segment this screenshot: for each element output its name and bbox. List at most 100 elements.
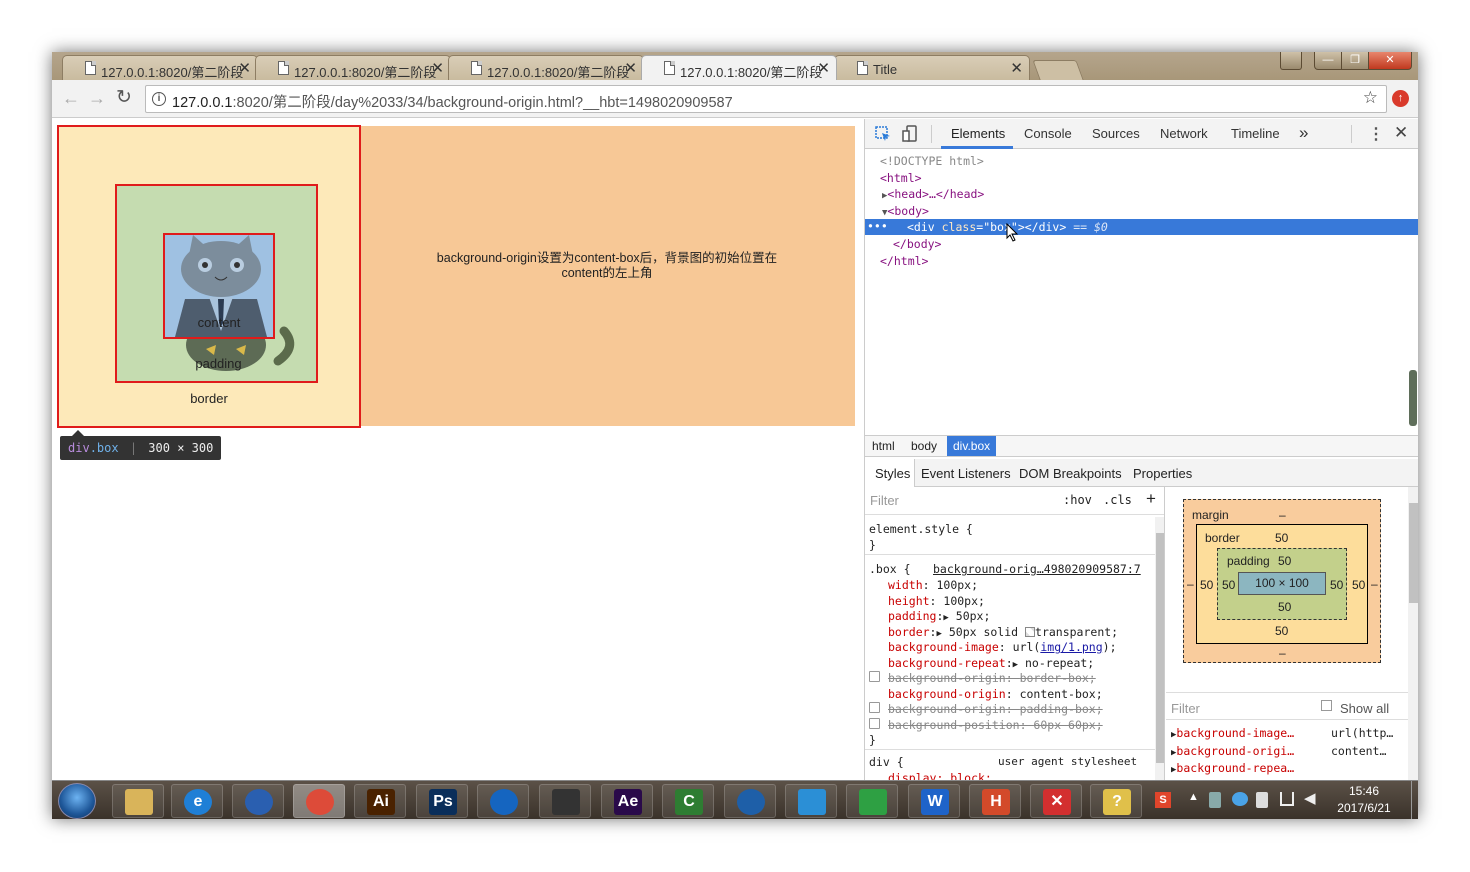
add-rule-icon[interactable]: +: [1146, 489, 1156, 509]
taskbar-app-app-blue[interactable]: [477, 784, 529, 818]
tab-timeline[interactable]: Timeline: [1231, 126, 1280, 141]
div-rule-selector[interactable]: div {: [869, 755, 904, 769]
address-bar[interactable]: i 127.0.0.1:8020/第二阶段/day%2033/34/backgr…: [145, 85, 1387, 113]
element-style-rule[interactable]: element.style {: [869, 522, 973, 536]
browser-tab-active[interactable]: 127.0.0.1:8020/第二阶段 ✕: [641, 55, 837, 80]
dom-html[interactable]: <html>: [880, 171, 922, 185]
browser-tab[interactable]: 127.0.0.1:8020/第二阶段 ✕: [448, 55, 644, 80]
subtab-event-listeners[interactable]: Event Listeners: [921, 466, 1011, 481]
extension-icon[interactable]: ↑: [1392, 90, 1409, 107]
decl-width[interactable]: width: 100px;: [888, 578, 978, 592]
styles-filter-input[interactable]: Filter: [870, 493, 899, 508]
box-rule-selector[interactable]: .box {: [869, 562, 911, 576]
decl-border[interactable]: border:▶ 50px solid transparent;: [888, 625, 1118, 639]
taskbar-app-hbuilder[interactable]: H: [969, 784, 1021, 818]
inspect-icon[interactable]: [875, 126, 891, 142]
taskbar-app-app-dark[interactable]: [539, 784, 591, 818]
decl-background-image[interactable]: background-image: url(img/1.png);: [888, 640, 1117, 654]
dom-head-row[interactable]: ▶<head>…</head>: [882, 187, 984, 201]
tab-close-icon[interactable]: ✕: [1010, 59, 1023, 77]
dom-html-close[interactable]: </html>: [880, 254, 928, 268]
breadcrumb-body[interactable]: body: [911, 439, 937, 453]
taskbar-app-wps[interactable]: W: [908, 784, 960, 818]
tab-close-icon[interactable]: ✕: [431, 59, 444, 77]
more-tabs-icon[interactable]: »: [1299, 123, 1308, 143]
taskbar-app-after-effects[interactable]: Ae: [601, 784, 653, 818]
tray-icon[interactable]: [1209, 792, 1221, 808]
new-tab-button[interactable]: [1032, 60, 1084, 80]
decl-padding[interactable]: padding:▶ 50px;: [888, 609, 990, 623]
kebab-menu-icon[interactable]: ⋮: [1368, 124, 1384, 144]
decl-background-origin-content[interactable]: background-origin: content-box;: [888, 687, 1103, 701]
restore-button[interactable]: ❐: [1341, 52, 1369, 70]
taskbar-app-photoshop[interactable]: Ps: [416, 784, 468, 818]
show-all-checkbox[interactable]: [1321, 700, 1332, 711]
content-size[interactable]: 100 × 100: [1238, 572, 1326, 595]
padding-left-value[interactable]: 50: [1222, 578, 1235, 592]
styles-scrollbar[interactable]: [1155, 517, 1164, 780]
dom-body-row[interactable]: ▼<body>: [882, 204, 929, 218]
tray-icon[interactable]: [1232, 792, 1248, 806]
padding-top-value[interactable]: 50: [1278, 554, 1291, 568]
decl-background-repeat[interactable]: background-repeat:▶ no-repeat;: [888, 656, 1094, 670]
margin-right-value[interactable]: –: [1371, 577, 1378, 591]
volume-icon[interactable]: ◀: [1304, 789, 1316, 807]
taskbar-app-illustrator[interactable]: Ai: [354, 784, 406, 818]
back-icon[interactable]: ←: [62, 88, 80, 109]
box-rule-source-link[interactable]: background-orig…498020909587:7: [933, 562, 1141, 576]
tab-close-icon[interactable]: ✕: [624, 59, 637, 77]
taskbar-app-explorer[interactable]: [112, 784, 164, 818]
subtab-dom-breakpoints[interactable]: DOM Breakpoints: [1019, 466, 1122, 481]
decl-checkbox[interactable]: [869, 671, 880, 682]
subtab-properties[interactable]: Properties: [1133, 466, 1192, 481]
breadcrumb-div-box[interactable]: div.box: [947, 436, 997, 456]
computed-row[interactable]: ▶background-repea…: [1171, 761, 1294, 775]
dom-scrollbar[interactable]: [1409, 370, 1417, 426]
taskbar-app-ie[interactable]: e: [171, 784, 223, 818]
profile-icon[interactable]: [1280, 52, 1302, 70]
dom-body-close[interactable]: </body>: [893, 237, 941, 251]
taskbar-app-xmind[interactable]: ✕: [1030, 784, 1082, 818]
reload-icon[interactable]: ↻: [116, 86, 132, 109]
padding-right-value[interactable]: 50: [1330, 578, 1343, 592]
tab-network[interactable]: Network: [1160, 126, 1208, 141]
tab-elements[interactable]: Elements: [951, 126, 1005, 141]
close-window-button[interactable]: ✕: [1368, 52, 1412, 70]
padding-bottom-value[interactable]: 50: [1278, 600, 1291, 614]
decl-background-position[interactable]: background-position: 60px 60px;: [888, 718, 1103, 732]
margin-left-value[interactable]: –: [1187, 577, 1194, 591]
tab-console[interactable]: Console: [1024, 126, 1072, 141]
cls-toggle[interactable]: .cls: [1103, 493, 1132, 507]
taskbar-app-app-camera[interactable]: [724, 784, 776, 818]
browser-tab[interactable]: 127.0.0.1:8020/第二阶段 ✕: [62, 55, 258, 80]
taskbar-app-help[interactable]: ?: [1090, 784, 1142, 818]
start-button[interactable]: [58, 783, 96, 819]
tab-close-icon[interactable]: ✕: [238, 59, 251, 77]
device-toolbar-icon[interactable]: [902, 125, 918, 143]
close-devtools-icon[interactable]: ✕: [1394, 123, 1408, 143]
computed-filter-input[interactable]: Filter: [1171, 701, 1200, 716]
forward-icon[interactable]: →: [88, 88, 106, 109]
hov-toggle[interactable]: :hov: [1063, 493, 1092, 507]
clock[interactable]: 15:46 2017/6/21: [1322, 783, 1406, 817]
taskbar-app-chrome[interactable]: [293, 784, 345, 818]
decl-background-origin-border[interactable]: background-origin: border-box;: [888, 671, 1096, 685]
margin-top-value[interactable]: –: [1279, 508, 1286, 522]
show-desktop-button[interactable]: [1411, 781, 1418, 819]
browser-tab[interactable]: Title ✕: [834, 55, 1030, 80]
tray-icon[interactable]: [1256, 792, 1268, 808]
decl-height[interactable]: height: 100px;: [888, 594, 985, 608]
dom-selected-row[interactable]: ••• <div class="box"></div> == $0: [865, 219, 1418, 235]
border-top-value[interactable]: 50: [1275, 531, 1288, 545]
ime-icon[interactable]: S: [1155, 792, 1171, 808]
info-icon[interactable]: i: [152, 92, 166, 106]
taskbar-app-camtasia[interactable]: C: [662, 784, 714, 818]
border-right-value[interactable]: 50: [1352, 578, 1365, 592]
taskbar-app-firefox[interactable]: [232, 784, 284, 818]
tray-expand-icon[interactable]: ▲: [1188, 791, 1199, 803]
dom-doctype[interactable]: <!DOCTYPE html>: [880, 154, 984, 168]
taskbar-app-app-cloud[interactable]: [785, 784, 837, 818]
minimize-button[interactable]: —: [1314, 52, 1342, 70]
computed-row[interactable]: ▶background-image…: [1171, 726, 1294, 740]
browser-tab[interactable]: 127.0.0.1:8020/第二阶段 ✕: [255, 55, 451, 80]
